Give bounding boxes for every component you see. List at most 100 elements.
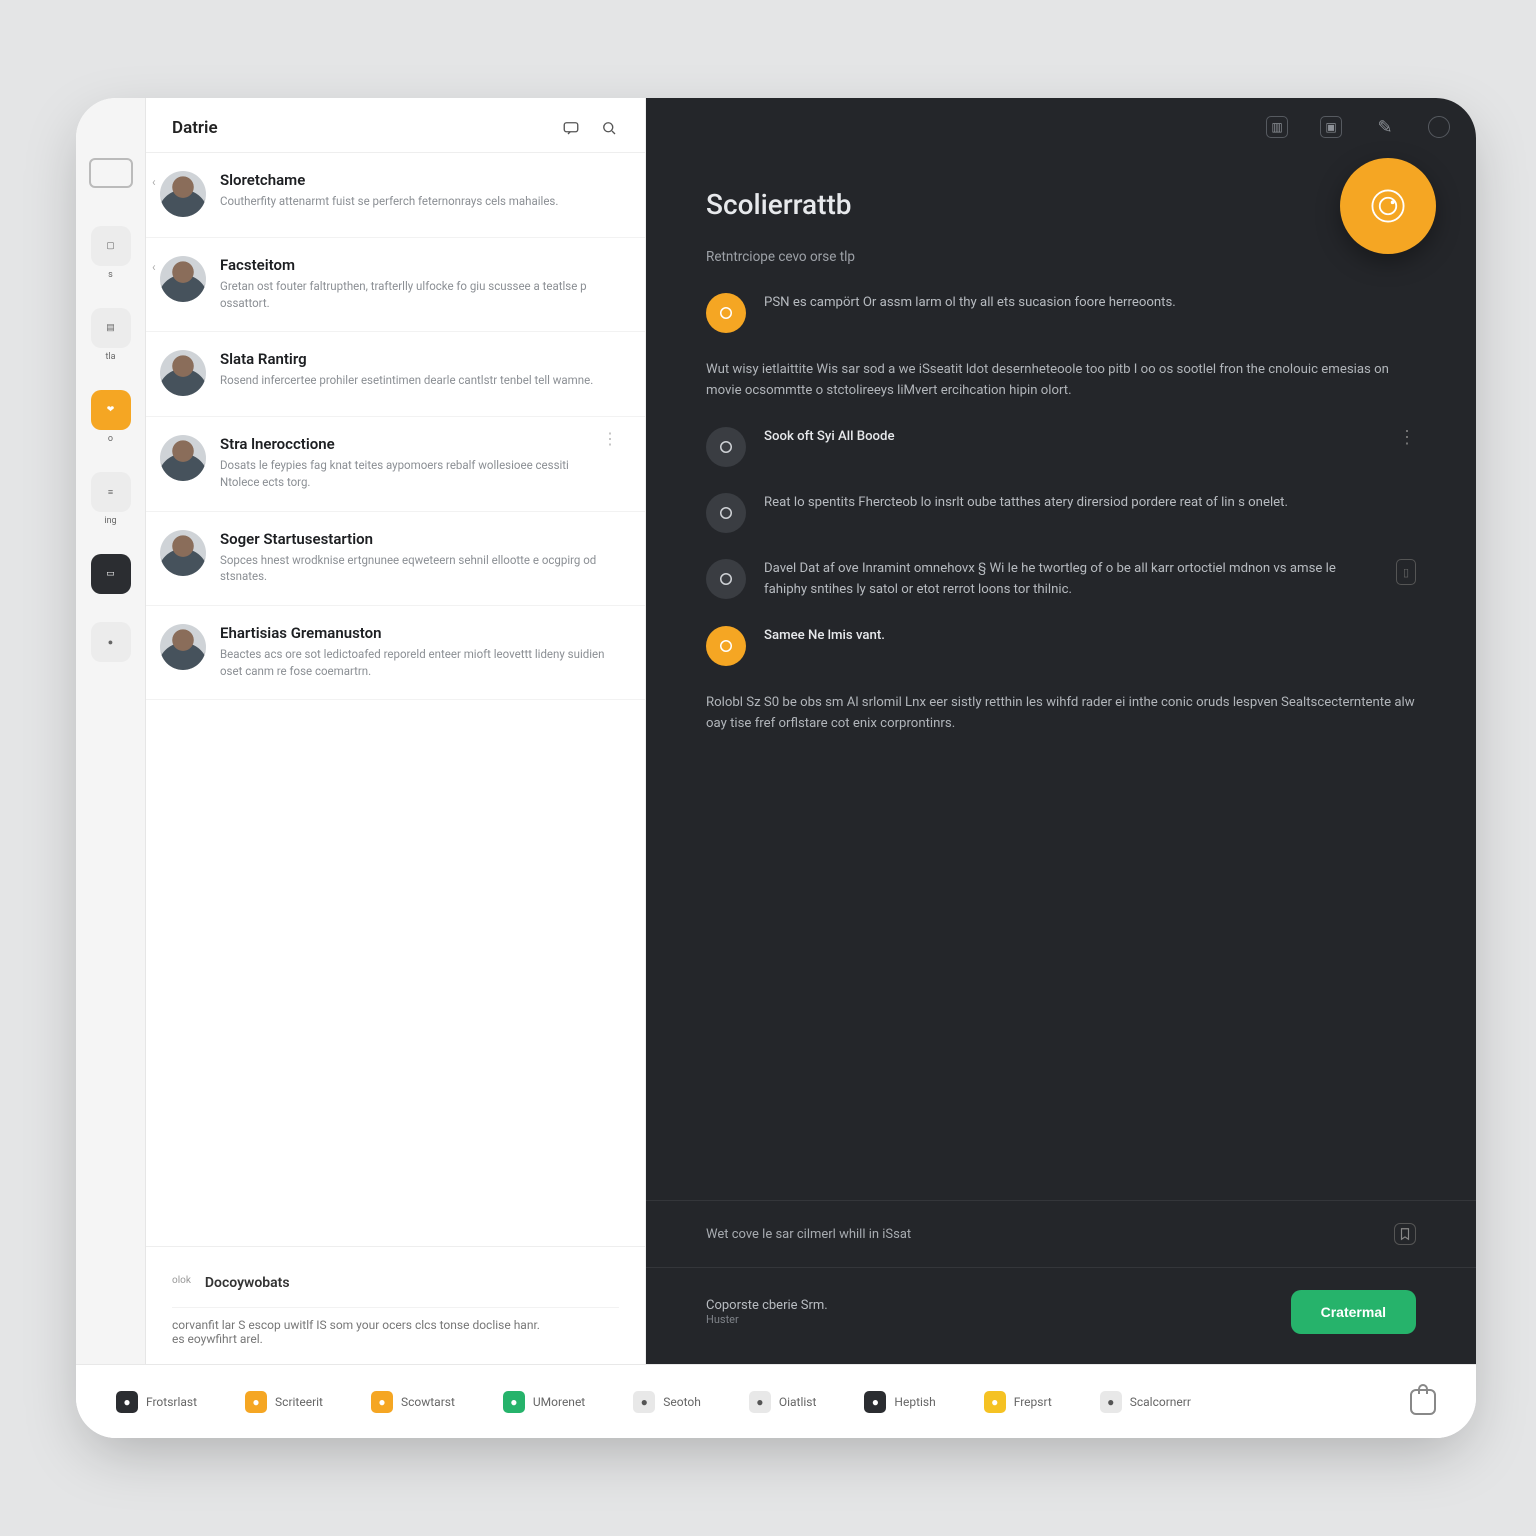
rail-label: ing <box>104 516 116 526</box>
chevron-left-icon: ‹ <box>152 175 156 189</box>
rail-item-1[interactable]: ▤ tla <box>81 308 141 362</box>
nav-icon: ● <box>371 1391 393 1413</box>
nav-item[interactable]: ● UMorenet <box>503 1391 585 1413</box>
nav-item[interactable]: ●Scalcornerr <box>1100 1391 1191 1413</box>
avatar <box>160 350 206 396</box>
nav-item[interactable]: ● Heptish <box>864 1391 935 1413</box>
card-icon: ▭ <box>91 554 131 594</box>
contacts-header: Datrie <box>146 98 645 153</box>
dot-icon: ● <box>91 622 131 662</box>
nav-item[interactable]: ●Frotsrlast <box>116 1391 197 1413</box>
detail-title: Scolierrattb <box>706 188 1416 221</box>
bullet-icon <box>706 559 746 599</box>
doc-icon: ▤ <box>91 308 131 348</box>
footer-left-tag: olok <box>172 1275 191 1286</box>
detail-item: Reat lo spentits Fhercteob lo insrlt oub… <box>706 493 1416 533</box>
rail-item-2[interactable]: ❤ o <box>81 390 141 444</box>
contact-name: Ehartisias Gremanuston <box>220 624 619 642</box>
nav-item[interactable]: ● Oiatlist <box>749 1391 817 1413</box>
contact-blurb: Dosats le feypies fag knat teites aypomo… <box>220 457 587 490</box>
detail-item: Samee Ne lmis vant. <box>706 626 1416 666</box>
contact-blurb: Gretan ost fouter faltrupthen, trafterll… <box>220 278 619 311</box>
bullet-icon <box>706 493 746 533</box>
square-icon: ▢ <box>91 226 131 266</box>
footer-text: corvanfit lar S escop uwitlf IS som your… <box>172 1318 540 1346</box>
contact-blurb: Sopces hnest wrodknise ertgnunee eqwetee… <box>220 552 619 585</box>
detail-item: Sook oft Syi All Boode⋮ <box>706 427 1416 467</box>
side-action-icon[interactable]: ▯ <box>1396 559 1416 585</box>
chat-icon[interactable] <box>561 118 581 138</box>
footer-tag[interactable]: Docoywobats <box>205 1275 290 1291</box>
contact-row[interactable]: Slata RantirgRosend infercertee prohiler… <box>146 332 645 417</box>
footer-note-text: Wet cove le sar cilmerl whill in iSsat <box>706 1227 911 1242</box>
nav-label: Oiatlist <box>779 1395 817 1409</box>
contact-blurb: Coutherfity attenarmt fuist se perferch … <box>220 193 619 210</box>
contact-name: Sloretchame <box>220 171 619 189</box>
rail-item-0[interactable]: ▢ s <box>81 226 141 280</box>
contact-row[interactable]: ‹ Sloretchame Coutherfity attenarmt fuist … <box>146 153 645 238</box>
rail-label: tla <box>105 352 115 362</box>
nav-item[interactable]: ● Scowtarst <box>371 1391 455 1413</box>
chevron-left-icon: ‹ <box>152 260 156 274</box>
rail-label: o <box>108 434 113 444</box>
circle-icon[interactable] <box>1428 116 1450 138</box>
nav-label: UMorenet <box>533 1395 585 1409</box>
nav-icon: ● <box>503 1391 525 1413</box>
nav-label: Seotoh <box>663 1395 701 1409</box>
icon-rail: ▢ s ▤ tla ❤ o ≡ ing ▭ ● <box>76 98 146 1364</box>
nav-icon: ● <box>1100 1391 1122 1413</box>
rail-item-5[interactable]: ● <box>81 622 141 662</box>
contact-row[interactable]: ‹ Facsteitom Gretan ost fouter faltrupthen… <box>146 238 645 332</box>
split-layout: ▢ s ▤ tla ❤ o ≡ ing ▭ ● <box>76 98 1476 1364</box>
window-icon[interactable]: ▣ <box>1320 116 1342 138</box>
nav-icon: ● <box>633 1391 655 1413</box>
contacts-panel: Datrie ‹ Sloretchame Coutherfity attenarmt… <box>146 98 646 1364</box>
contact-name: Facsteitom <box>220 256 619 274</box>
contact-row[interactable]: Ehartisias GremanustonBeactes acs ore so… <box>146 606 645 700</box>
panel-icon[interactable]: ▥ <box>1266 116 1288 138</box>
detail-paragraph: Wut wisy ietlaittite Wis sar sod a we iS… <box>706 359 1416 401</box>
primary-cta-button[interactable]: Cratermal <box>1291 1290 1416 1334</box>
edit-icon[interactable]: ✎ <box>1374 116 1396 138</box>
detail-item-text: PSN es campört Or assm larm ol thy all e… <box>764 293 1416 313</box>
rail-label: s <box>108 270 113 280</box>
rail-item-3[interactable]: ≡ ing <box>81 472 141 526</box>
nav-item[interactable]: ●Frepsrt <box>984 1391 1052 1413</box>
accent-bullet-icon <box>706 293 746 333</box>
primary-fab[interactable] <box>1340 158 1436 254</box>
nav-icon: ● <box>984 1391 1006 1413</box>
bullet-icon <box>706 427 746 467</box>
nav-label: Scriteerit <box>275 1395 323 1409</box>
heart-icon: ❤ <box>91 390 131 430</box>
nav-item[interactable]: ● Seotoh <box>633 1391 701 1413</box>
contact-name: Slata Rantirg <box>220 350 619 368</box>
nav-label: Heptish <box>894 1395 935 1409</box>
search-icon[interactable] <box>599 118 619 138</box>
nav-icon: ● <box>245 1391 267 1413</box>
detail-item-text: Samee Ne lmis vant. <box>764 626 1416 646</box>
contacts-footer: olok Docoywobats corvanfit lar S escop u… <box>146 1246 645 1364</box>
detail-item: Davel Dat af ove Inramint omnehovx § Wi … <box>706 559 1416 600</box>
detail-panel: ▥ ▣ ✎ Scolierrattb Retntrciope cevo orse… <box>646 98 1476 1364</box>
contacts-list: ‹ Sloretchame Coutherfity attenarmt fuist … <box>146 153 645 1246</box>
avatar <box>160 171 206 217</box>
detail-item-text: Davel Dat af ove Inramint omnehovx § Wi … <box>764 559 1378 600</box>
rail-item-4[interactable]: ▭ <box>81 554 141 594</box>
detail-subtitle: Retntrciope cevo orse tlp <box>706 249 1416 265</box>
app-window: ▢ s ▤ tla ❤ o ≡ ing ▭ ● <box>76 98 1476 1438</box>
nav-icon: ● <box>749 1391 771 1413</box>
nav-icon: ● <box>864 1391 886 1413</box>
bookmark-icon[interactable] <box>1394 1223 1416 1245</box>
nav-label: Scowtarst <box>401 1395 455 1409</box>
bag-icon[interactable] <box>1410 1389 1436 1415</box>
contacts-header-actions <box>561 118 619 138</box>
cta-label: Coporste cberie Srm. Huster <box>706 1298 828 1326</box>
nav-item[interactable]: ● Scriteerit <box>245 1391 323 1413</box>
target-icon <box>1366 184 1410 228</box>
more-icon[interactable]: ⋮ <box>1398 427 1416 448</box>
contact-row[interactable]: Stra lnerocctione Dosats le feypies fag k… <box>146 417 645 511</box>
avatar <box>160 624 206 670</box>
contact-name: Stra lnerocctione <box>220 435 587 453</box>
contact-row[interactable]: Soger StartusestartionSopces hnest wrodk… <box>146 512 645 606</box>
more-icon[interactable]: ⋮ <box>601 435 619 490</box>
